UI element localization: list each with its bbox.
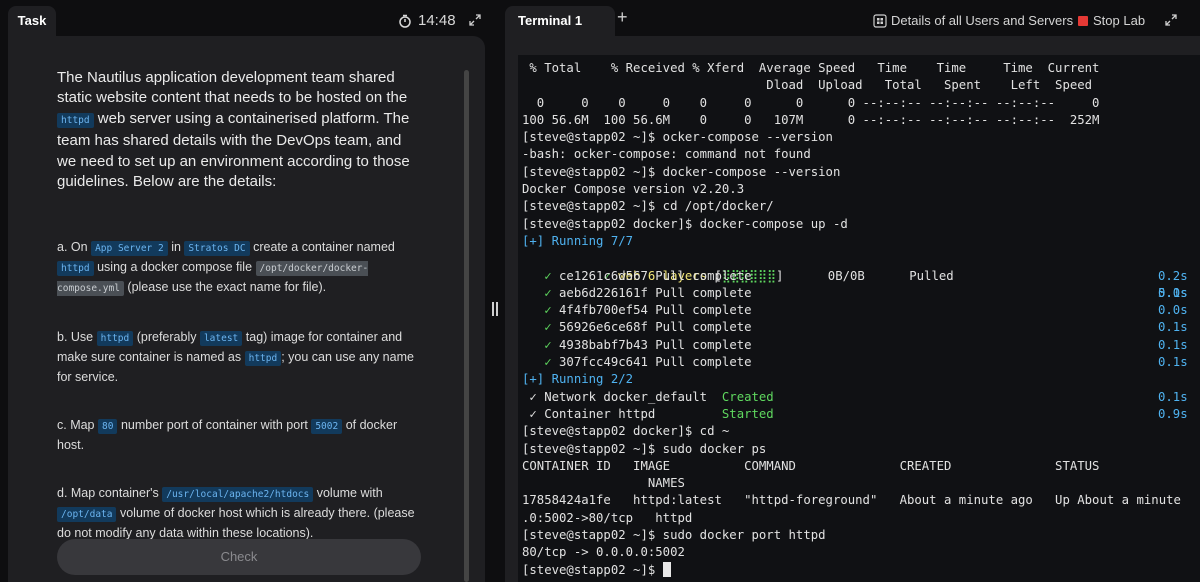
details-label: Details of all Users and Servers	[891, 13, 1074, 28]
tab-task-label: Task	[17, 13, 47, 28]
tab-terminal-label: Terminal 1	[518, 13, 583, 28]
timer: 14:48	[398, 12, 456, 29]
check-icon: ✓	[544, 268, 552, 283]
requirement-d: d. Map container's /usr/local/apache2/ht…	[57, 486, 415, 541]
terminal-line: [steve@stapp02 ~]$ sudo docker port http…	[522, 528, 826, 543]
requirement-a: a. On App Server 2 in Stratos DC create …	[57, 240, 395, 297]
details-button[interactable]: Details of all Users and Servers	[873, 13, 1073, 28]
check-icon: ✓	[544, 355, 552, 370]
code-snippet: httpd	[96, 331, 134, 347]
code-snippet: /opt/data	[57, 507, 117, 523]
terminal-line: [steve@stapp02 ~]$ cd /opt/docker/	[522, 199, 774, 214]
terminal-line: ✓ Container httpd Started 0.9s	[522, 406, 1188, 421]
terminal-line: CONTAINER ID IMAGE COMMAND CREATED STATU…	[522, 458, 1200, 473]
pane-resize-handle[interactable]	[491, 302, 499, 316]
code-snippet: httpd	[244, 351, 282, 367]
terminal-output: % Total % Received % Xferd Average Speed…	[522, 60, 1200, 579]
stop-icon	[1078, 15, 1088, 26]
expand-icon[interactable]	[469, 14, 481, 26]
terminal-line: [steve@stapp02 ~]$ ocker-compose --versi…	[522, 130, 833, 145]
requirement-b: b. Use httpd (preferably latest tag) ima…	[57, 330, 414, 385]
terminal-screen[interactable]: % Total % Received % Xferd Average Speed…	[518, 55, 1200, 582]
terminal-line: [steve@stapp02 docker]$ cd ~	[522, 424, 730, 439]
tab-terminal-1[interactable]: Terminal 1	[505, 6, 615, 36]
terminal-pane: Terminal 1 + Details of all Users and Se…	[505, 0, 1200, 582]
terminal-line: [steve@stapp02 ~]$ docker-compose --vers…	[522, 164, 841, 179]
terminal-line: [+] Running 2/2	[522, 372, 634, 387]
terminal-line: [steve@stapp02 ~]$ sudo docker ps	[522, 441, 767, 456]
terminal-line: ✓ 4f4fb700ef54 Pull complete 0.0s	[544, 303, 1188, 318]
terminal-line: ✓ ce1261c6d567 Pull complete 0.2s	[544, 268, 1188, 283]
terminal-line: .0:5002->80/tcp httpd	[522, 510, 693, 525]
task-panel: The Nautilus application development tea…	[8, 36, 485, 582]
terminal-line: 100 56.6M 100 56.6M 0 0 107M 0 --:--:-- …	[522, 112, 1100, 127]
code-snippet: App Server 2	[91, 241, 168, 257]
code-snippet: 5002	[311, 419, 343, 435]
timer-value: 14:48	[418, 12, 456, 29]
stop-lab-label: Stop Lab	[1093, 13, 1146, 28]
stop-lab-button[interactable]: Stop Lab	[1078, 13, 1145, 28]
expand-icon[interactable]	[1165, 14, 1177, 26]
terminal-line: ✓ 4938babf7b43 Pull complete 0.1s	[544, 337, 1188, 352]
terminal-line: [+] Running 7/7	[522, 233, 634, 248]
terminal-line: Dload Upload Total Spent Left Speed	[522, 78, 1093, 93]
requirement-c: c. Map 80 number port of container with …	[57, 418, 398, 453]
terminal-line: ✓ aeb6d226161f Pull complete 0.0s	[544, 285, 1188, 300]
task-description: The Nautilus application development tea…	[57, 68, 417, 542]
terminal-line: 17858424a1fe httpd:latest "httpd-foregro…	[522, 493, 1200, 508]
terminal-cursor	[662, 561, 671, 577]
task-pane: Task 14:48 The Nautilus application deve…	[0, 0, 487, 582]
terminal-frame: % Total % Received % Xferd Average Speed…	[505, 36, 1200, 582]
code-snippet: latest	[199, 331, 243, 347]
code-snippet: httpd	[57, 261, 94, 277]
grid-icon	[873, 13, 887, 28]
terminal-line: ✓ 307fcc49c641 Pull complete 0.1s	[544, 355, 1188, 370]
task-intro: The Nautilus application development tea…	[57, 69, 410, 191]
check-icon: ✓	[544, 337, 552, 352]
terminal-line: Docker Compose version v2.20.3	[522, 182, 745, 197]
terminal-line: [steve@stapp02 docker]$ docker-compose u…	[522, 216, 848, 231]
check-icon: ✓	[544, 285, 552, 300]
check-icon: ✓	[544, 320, 552, 335]
code-snippet: /usr/local/apache2/htdocs	[162, 487, 314, 503]
code-snippet: Stratos DC	[184, 241, 250, 257]
terminal-line: -bash: ocker-compose: command not found	[522, 147, 811, 162]
stopwatch-icon	[399, 14, 411, 28]
add-tab-icon[interactable]: +	[617, 8, 633, 26]
terminal-line: NAMES	[522, 476, 685, 491]
task-scrollbar[interactable]	[464, 70, 469, 582]
terminal-line: ✓ Network docker_default Created 0.1s	[522, 389, 1188, 404]
terminal-prompt-line[interactable]: [steve@stapp02 ~]$	[522, 561, 1200, 579]
tab-task[interactable]: Task	[8, 6, 56, 36]
check-icon: ✓	[544, 303, 552, 318]
check-button[interactable]: Check	[57, 539, 421, 575]
terminal-line: % Total % Received % Xferd Average Speed…	[522, 61, 1100, 75]
code-snippet: httpd	[57, 112, 94, 128]
terminal-line: ✓ 56926e6ce68f Pull complete 0.1s	[544, 320, 1188, 335]
terminal-line: 0 0 0 0 0 0 0 0 --:--:-- --:--:-- --:--:…	[522, 95, 1100, 110]
terminal-line: 80/tcp -> 0.0.0.0:5002	[522, 545, 685, 560]
terminal-line: ✓ web 6 layers [⣿⣿⣿⣿⣿⣿] 0B/0B Pulled 5.1…	[596, 268, 1188, 300]
code-snippet: 80	[98, 419, 118, 435]
